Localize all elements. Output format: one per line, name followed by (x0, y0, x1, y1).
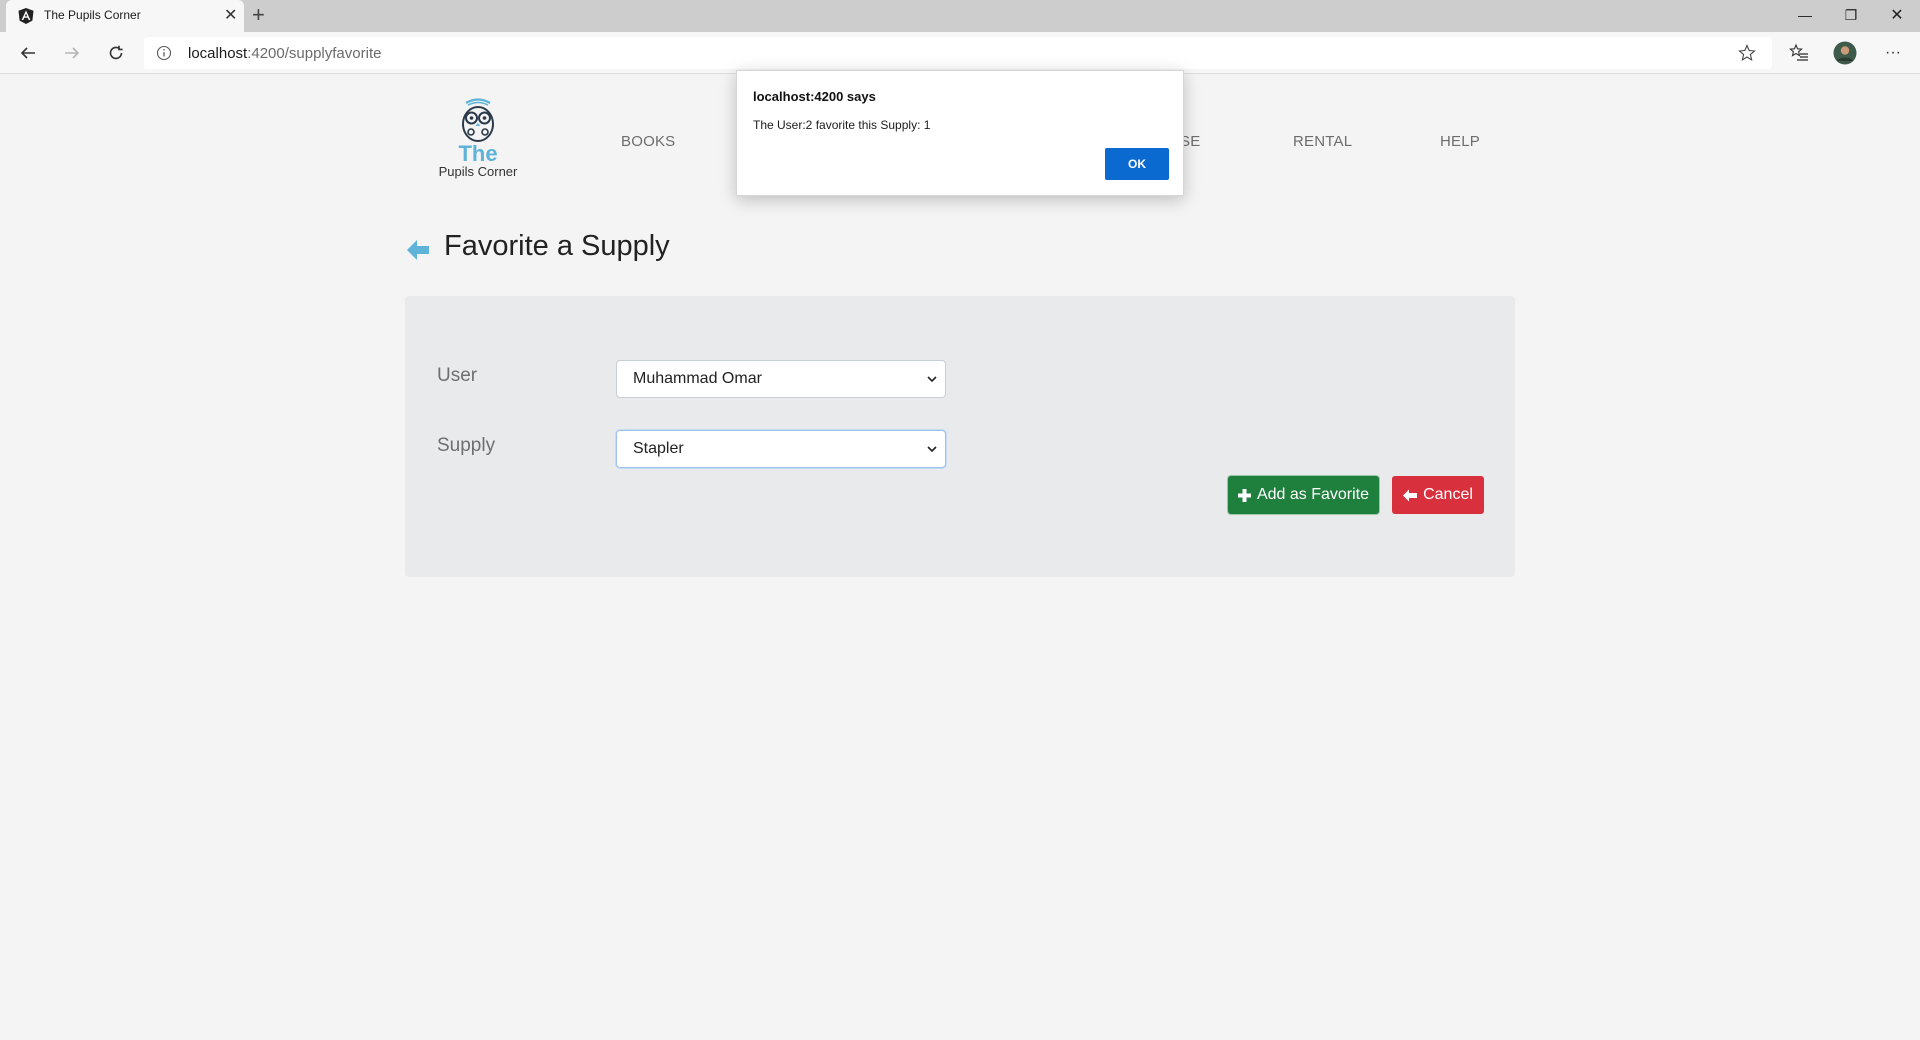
restore-button[interactable]: ❐ (1828, 0, 1874, 30)
browser-tab[interactable]: The Pupils Corner ✕ (6, 0, 244, 32)
dialog-message: The User:2 favorite this Supply: 1 (753, 118, 931, 132)
favorites-list-icon (1789, 43, 1808, 61)
nav-help[interactable]: HELP (1440, 133, 1480, 150)
forward-icon (65, 47, 80, 59)
cancel-label: Cancel (1423, 486, 1473, 503)
refresh-icon (109, 45, 123, 60)
cancel-button[interactable]: Cancel (1392, 476, 1484, 514)
nav-books[interactable]: BOOKS (621, 133, 675, 150)
refresh-button[interactable] (102, 40, 130, 66)
add-favorite-button[interactable]: Add as Favorite (1228, 476, 1379, 514)
back-icon (20, 47, 35, 59)
chevron-down-icon (927, 446, 937, 453)
tab-close-icon[interactable]: ✕ (224, 6, 237, 26)
browser-tabstrip: The Pupils Corner ✕ + — ❐ ✕ (0, 0, 1920, 32)
arrow-left-icon (1403, 489, 1418, 501)
alert-dialog: localhost:4200 says The User:2 favorite … (736, 70, 1184, 196)
favorite-form-card (405, 296, 1515, 577)
user-select-value: Muhammad Omar (633, 370, 762, 387)
page-title: Favorite a Supply (444, 230, 670, 262)
back-button[interactable] (14, 40, 42, 66)
dialog-ok-button[interactable]: OK (1105, 148, 1169, 180)
url-path: :4200/supplyfavorite (247, 45, 382, 62)
supply-label: Supply (437, 435, 496, 456)
close-window-button[interactable]: ✕ (1874, 0, 1920, 30)
plus-icon (1237, 488, 1251, 502)
more-menu-button[interactable]: ··· (1880, 40, 1906, 66)
favorite-star-icon[interactable] (1738, 44, 1756, 62)
favorites-button[interactable] (1786, 40, 1812, 66)
angular-favicon-icon (18, 8, 34, 24)
supply-select[interactable]: Stapler (616, 430, 946, 468)
arrow-left-icon[interactable] (404, 236, 432, 264)
tab-title: The Pupils Corner (44, 8, 141, 22)
profile-button[interactable] (1832, 40, 1858, 66)
url-text: localhost:4200/supplyfavorite (188, 45, 381, 62)
logo-subtitle: Pupils Corner (438, 164, 518, 179)
nav-rental[interactable]: RENTAL (1293, 133, 1352, 150)
minimize-button[interactable]: — (1782, 0, 1828, 30)
owl-logo-icon (462, 98, 494, 142)
address-bar[interactable]: localhost:4200/supplyfavorite (144, 37, 1772, 69)
new-tab-button[interactable]: + (252, 4, 265, 26)
profile-avatar-icon (1833, 41, 1857, 65)
dialog-title: localhost:4200 says (753, 89, 876, 104)
user-select[interactable]: Muhammad Omar (616, 360, 946, 398)
url-host: localhost (188, 45, 248, 62)
supply-select-value: Stapler (633, 440, 684, 457)
info-icon[interactable] (156, 45, 172, 61)
forward-button[interactable] (58, 40, 86, 66)
chevron-down-icon (927, 376, 937, 383)
site-logo[interactable]: The Pupils Corner (430, 97, 526, 187)
add-favorite-label: Add as Favorite (1256, 486, 1370, 503)
user-label: User (437, 365, 478, 386)
logo-the-text: The (458, 141, 498, 166)
browser-toolbar: localhost:4200/supplyfavorite ··· (0, 32, 1920, 74)
